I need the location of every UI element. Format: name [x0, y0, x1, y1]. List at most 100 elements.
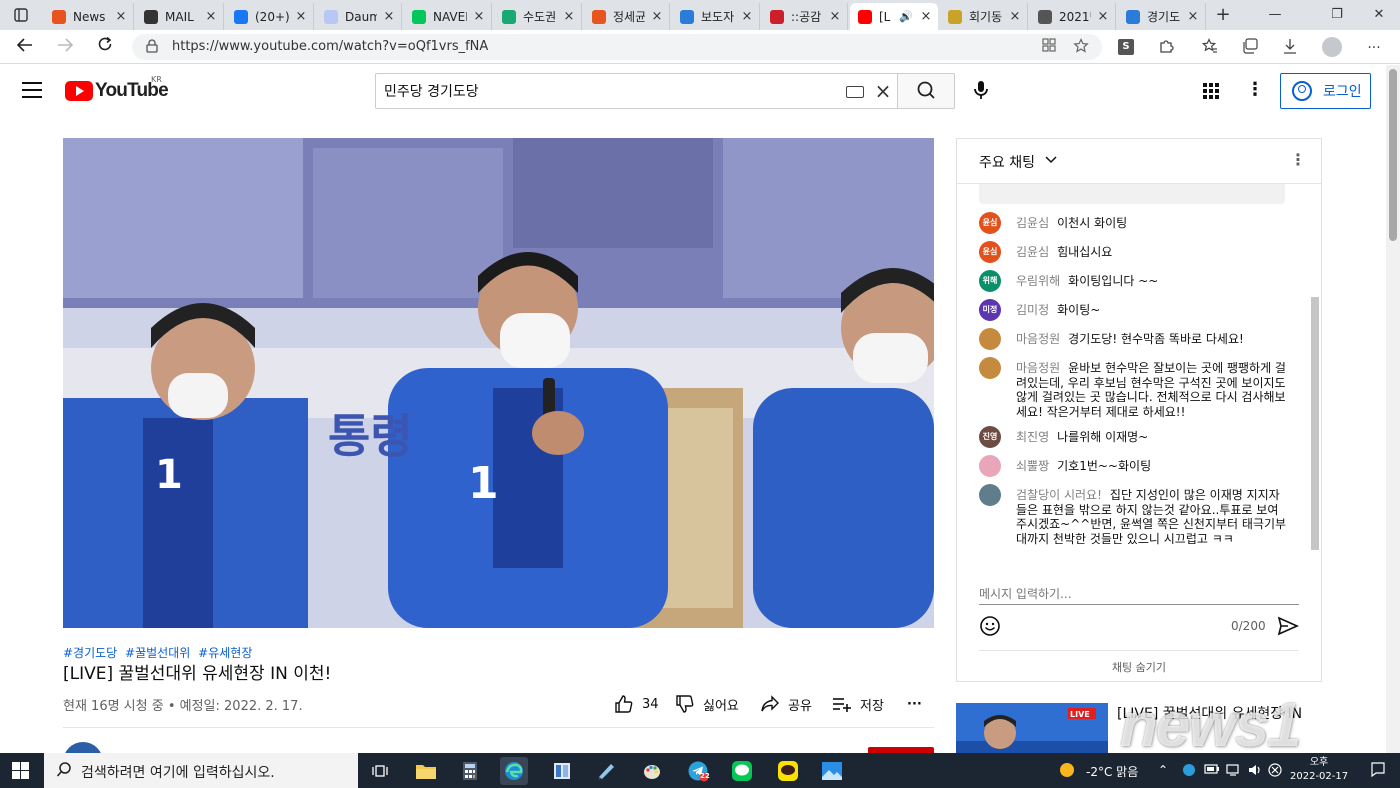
battery-icon[interactable] — [1204, 763, 1220, 778]
chat-avatar[interactable]: 진영 — [979, 426, 1001, 448]
close-tab-icon[interactable]: × — [1095, 9, 1111, 24]
clear-search-icon[interactable]: × — [873, 80, 893, 102]
extensions-puzzle-icon[interactable] — [1156, 38, 1176, 58]
chat-author[interactable]: 우림위해 — [1016, 274, 1060, 288]
hashtag-link[interactable]: #유세현장 — [198, 646, 252, 660]
taskbar-search-box[interactable]: 검색하려면 여기에 입력하십시오. — [44, 753, 358, 788]
close-tab-icon[interactable]: × — [381, 9, 397, 24]
browser-tab[interactable]: 정세균 × — [584, 3, 670, 30]
chat-author[interactable]: 검찰당이 시러요! — [1016, 488, 1102, 502]
chat-avatar[interactable]: 윤심 — [979, 212, 1001, 234]
address-bar[interactable]: https://www.youtube.com/watch?v=oQf1vrs_… — [132, 34, 1102, 60]
settings-more-vert-icon[interactable]: ⋮ — [1246, 79, 1264, 101]
like-button[interactable]: 34 — [614, 694, 659, 714]
forward-button[interactable] — [52, 35, 78, 59]
tab-audio-icon[interactable]: 🔊 — [898, 10, 914, 23]
related-video-thumbnail[interactable]: LIVE — [956, 703, 1108, 753]
app-document-icon[interactable] — [548, 757, 576, 785]
refresh-button[interactable] — [92, 35, 118, 59]
chat-message-input[interactable] — [979, 583, 1299, 605]
video-player[interactable]: 1 1 통령 — [63, 138, 934, 628]
close-tab-icon[interactable]: × — [739, 9, 755, 24]
close-tab-icon[interactable]: × — [649, 9, 665, 24]
close-tab-icon[interactable]: × — [293, 9, 309, 24]
chat-author[interactable]: 마음정원 — [1016, 332, 1060, 346]
minimize-button[interactable]: — — [1260, 4, 1290, 26]
notification-center-icon[interactable] — [1370, 761, 1386, 780]
apps-grid-icon[interactable] — [1203, 83, 1219, 99]
telegram-icon[interactable]: 22 — [684, 757, 712, 785]
volume-icon[interactable] — [1248, 763, 1264, 780]
settings-more-icon[interactable]: ··· — [1364, 38, 1384, 58]
voice-search-button[interactable] — [966, 75, 996, 105]
browser-tab[interactable]: 회기동 × — [940, 3, 1028, 30]
chat-avatar[interactable] — [979, 357, 1001, 379]
youtube-logo[interactable]: YouTube KR — [65, 75, 169, 102]
search-button[interactable] — [897, 73, 955, 109]
browser-tab[interactable]: MAIL × — [136, 3, 224, 30]
new-tab-button[interactable]: + — [1212, 4, 1234, 26]
chat-author[interactable]: 마음정원 — [1016, 361, 1060, 375]
task-view-icon[interactable] — [366, 757, 394, 785]
notes-icon[interactable] — [592, 757, 620, 785]
line-messenger-icon[interactable] — [728, 757, 756, 785]
chat-scrollbar[interactable] — [1311, 297, 1319, 550]
browser-tab[interactable]: 수도권 × — [494, 3, 582, 30]
weather-icon[interactable] — [1058, 761, 1076, 782]
close-tab-icon[interactable]: × — [471, 9, 487, 24]
hashtag-link[interactable]: #경기도당 — [63, 646, 117, 660]
search-box[interactable]: × — [375, 73, 898, 109]
hashtag-link[interactable]: #꿀벌선대위 — [125, 646, 190, 660]
close-tab-icon[interactable]: × — [113, 9, 129, 24]
page-scrollbar[interactable] — [1386, 65, 1400, 753]
chat-author[interactable]: 김미정 — [1016, 303, 1049, 317]
favorites-icon[interactable] — [1200, 38, 1220, 58]
more-actions-button[interactable]: ··· — [907, 694, 922, 714]
maximize-button[interactable]: ❐ — [1322, 4, 1352, 26]
login-button[interactable]: 로그인 — [1280, 73, 1371, 109]
tray-overflow-icon[interactable]: ⌃ — [1158, 763, 1168, 777]
browser-tab[interactable]: (20+) × — [226, 3, 314, 30]
weather-text[interactable]: -2°C 맑음 — [1086, 763, 1138, 780]
browser-tab[interactable]: 2021년 × — [1030, 3, 1116, 30]
close-tab-icon[interactable]: × — [1185, 9, 1201, 24]
browser-tab[interactable]: News × — [44, 3, 134, 30]
chat-author[interactable]: 김윤심 — [1016, 216, 1049, 230]
profile-avatar[interactable] — [1322, 37, 1342, 57]
calculator-icon[interactable] — [456, 757, 484, 785]
chat-mode-selector[interactable]: 주요 채팅 — [979, 152, 1035, 172]
hamburger-menu-icon[interactable] — [22, 82, 42, 98]
close-tab-icon[interactable]: × — [827, 9, 843, 24]
dislike-button[interactable]: 싫어요 — [675, 694, 739, 714]
save-button[interactable]: 저장 — [832, 694, 884, 714]
chat-avatar[interactable] — [979, 328, 1001, 350]
close-tab-icon[interactable]: × — [918, 9, 934, 24]
browser-tab[interactable]: [L 🔊 × — [850, 3, 938, 30]
chat-author[interactable]: 쇠뿔짱 — [1016, 459, 1049, 473]
browser-tab[interactable]: Daum × — [316, 3, 402, 30]
hide-chat-button[interactable]: 채팅 숨기기 — [979, 650, 1299, 675]
page-scrollbar-thumb[interactable] — [1389, 69, 1397, 241]
chat-avatar[interactable]: 윤심 — [979, 241, 1001, 263]
lock-icon[interactable] — [144, 39, 160, 55]
kakaotalk-icon[interactable] — [774, 757, 802, 785]
photos-icon[interactable] — [818, 757, 846, 785]
keyboard-icon[interactable] — [846, 86, 864, 98]
browser-tab[interactable]: ::공감 × — [762, 3, 848, 30]
app-available-icon[interactable] — [1040, 38, 1058, 56]
extension-s-icon[interactable]: S — [1118, 39, 1134, 55]
system-clock[interactable]: 오후 2022-02-17 — [1290, 756, 1348, 784]
windows-start-icon[interactable] — [12, 762, 29, 779]
file-explorer-icon[interactable] — [412, 757, 440, 785]
browser-tab[interactable]: 보도자 × — [672, 3, 760, 30]
emoji-icon[interactable] — [979, 615, 1001, 637]
favorite-star-icon[interactable] — [1072, 38, 1090, 56]
downloads-icon[interactable] — [1280, 38, 1300, 58]
chat-avatar[interactable]: 미정 — [979, 299, 1001, 321]
chat-author[interactable]: 최진영 — [1016, 430, 1049, 444]
paint-icon[interactable] — [638, 757, 666, 785]
chevron-down-icon[interactable] — [1045, 153, 1057, 167]
browser-tab[interactable]: NAVER × — [404, 3, 492, 30]
url-text[interactable]: https://www.youtube.com/watch?v=oQf1vrs_… — [172, 39, 488, 54]
share-button[interactable]: 공유 — [760, 694, 812, 714]
